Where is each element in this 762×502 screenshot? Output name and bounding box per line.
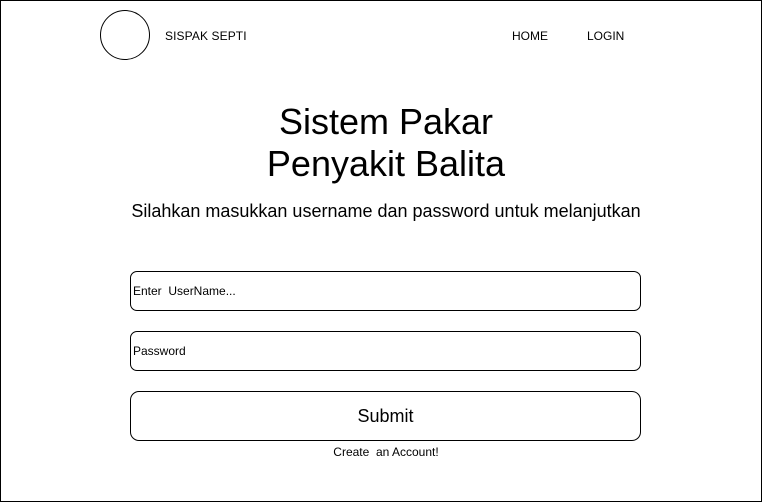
submit-button[interactable]: Submit [130, 391, 641, 441]
login-instructions: Silahkan masukkan username dan password … [131, 201, 641, 221]
nav-home-link[interactable]: HOME [512, 29, 548, 43]
page-title-line2: Penyakit Balita [266, 143, 506, 184]
create-account-link[interactable]: Create an Account! [1, 445, 762, 459]
page-frame: SISPAK SEPTI HOME LOGIN Sistem Pakar Pen… [0, 0, 762, 502]
brand-name: SISPAK SEPTI [165, 29, 247, 43]
password-input[interactable] [130, 331, 641, 371]
nav-login-link[interactable]: LOGIN [587, 29, 624, 43]
circle-logo-icon [100, 10, 150, 60]
page-title-line1: Sistem Pakar [278, 101, 494, 142]
username-input[interactable] [130, 271, 641, 311]
